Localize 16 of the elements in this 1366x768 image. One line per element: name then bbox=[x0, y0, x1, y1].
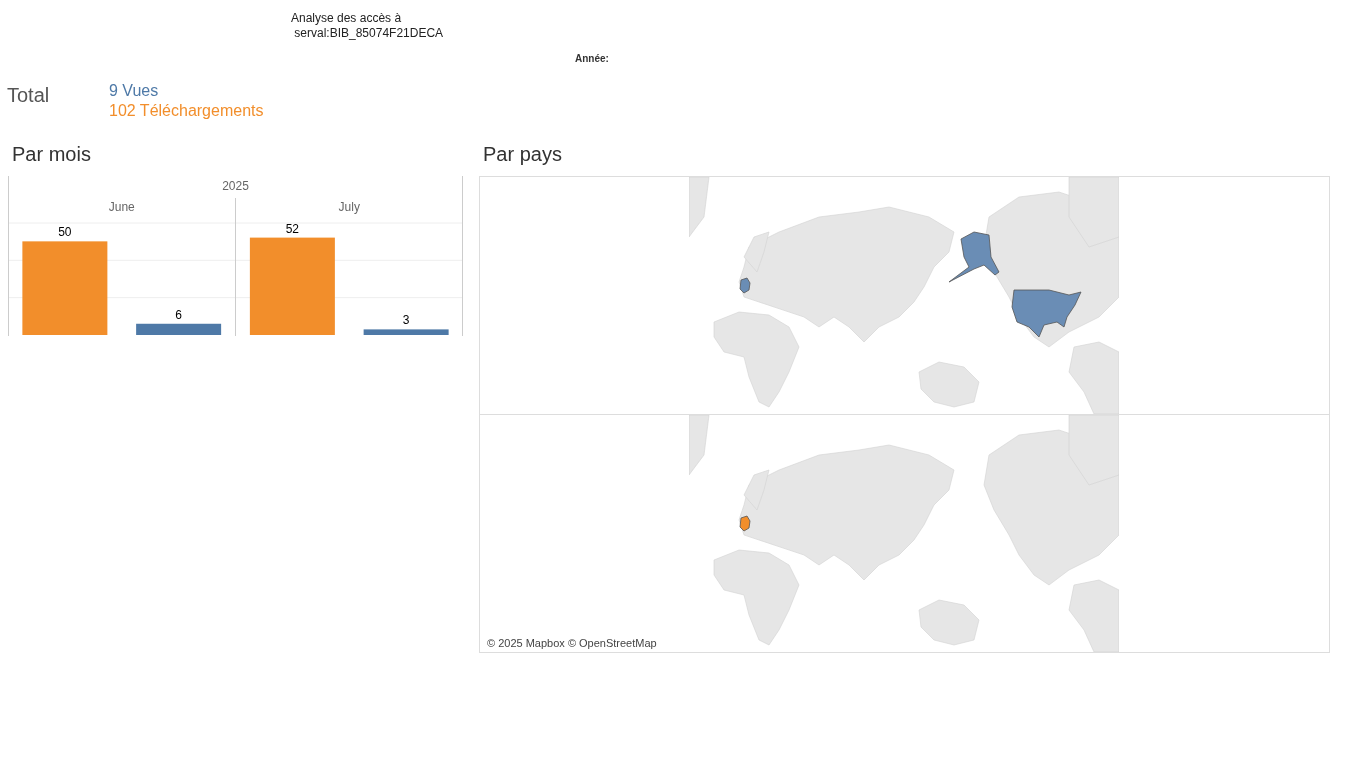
year-header: 2025 bbox=[222, 179, 249, 193]
total-label: Total bbox=[7, 84, 51, 107]
year-filter-label: Année: bbox=[575, 53, 609, 64]
month-label: July bbox=[338, 200, 360, 214]
value-label: 6 bbox=[175, 307, 182, 322]
views-total: 9 Vues bbox=[109, 81, 159, 101]
map-attribution: © 2025 Mapbox © OpenStreetMap bbox=[485, 637, 659, 649]
world-map-drawing[interactable] bbox=[689, 177, 1119, 414]
month-label: June bbox=[108, 200, 135, 214]
value-label: 3 bbox=[402, 313, 410, 328]
section-heading: Par pays bbox=[483, 143, 562, 167]
section-heading: Par mois bbox=[12, 143, 91, 167]
value-label: 52 bbox=[285, 221, 300, 236]
report-title: Analyse des accès à serval:BIB_85074F21DECA bbox=[291, 11, 444, 41]
value-label: 50 bbox=[58, 225, 72, 240]
downloads-total: 102 Téléchargements bbox=[109, 101, 264, 121]
